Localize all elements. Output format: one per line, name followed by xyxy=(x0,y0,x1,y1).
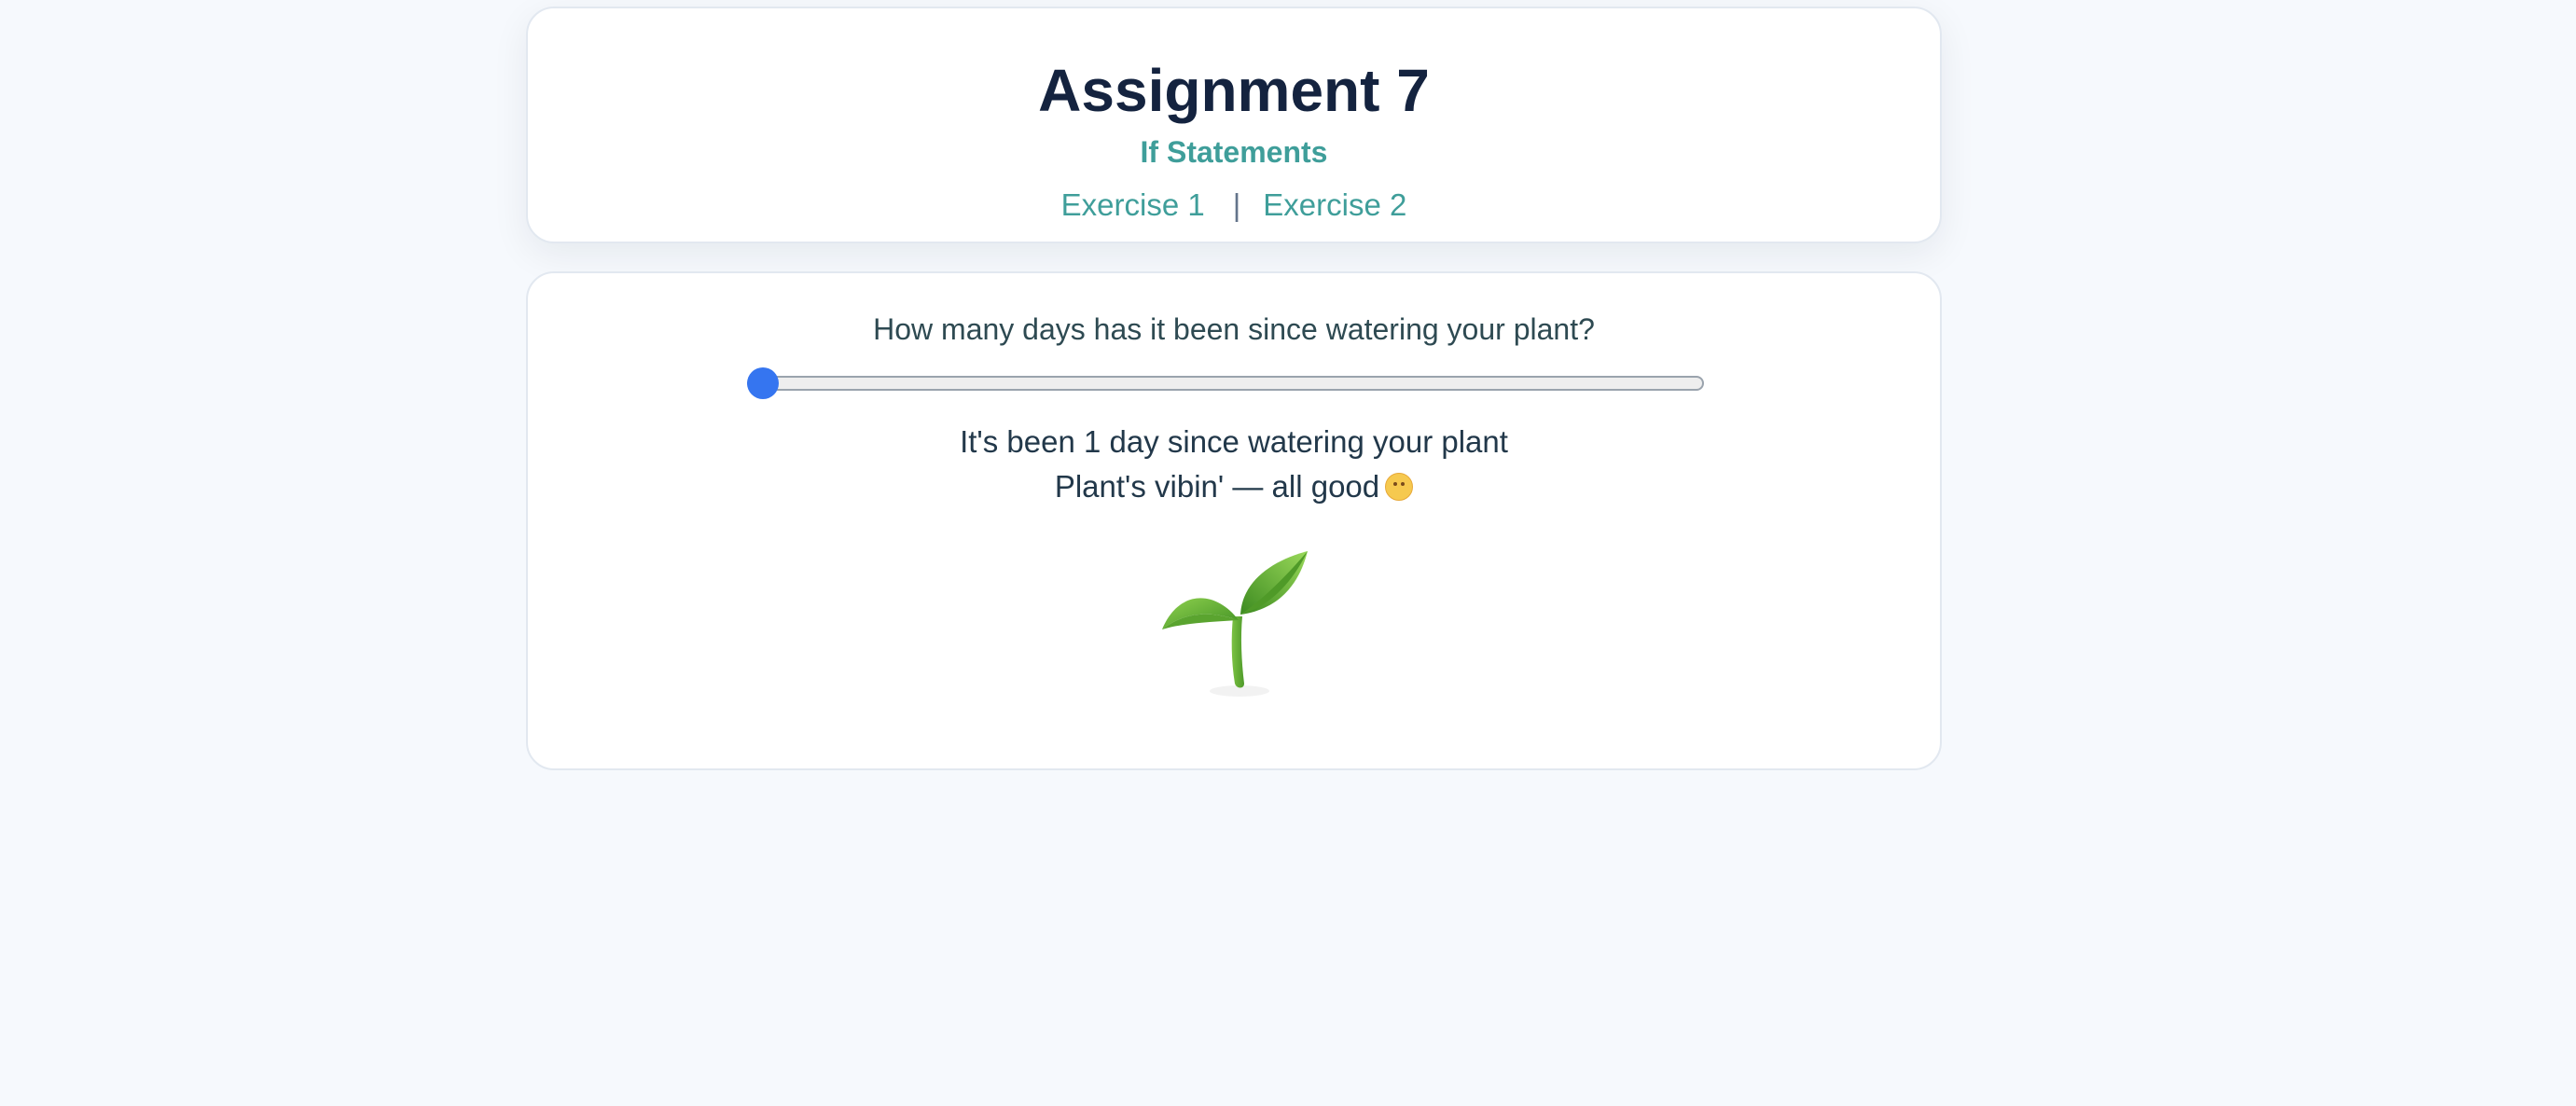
nav-separator: | xyxy=(1232,187,1241,222)
status-line: Plant's vibin' — all good xyxy=(528,464,1940,509)
days-slider-thumb[interactable] xyxy=(747,367,779,399)
smiling-face-icon xyxy=(1385,473,1414,501)
status-message: Plant's vibin' — all good xyxy=(1054,469,1380,504)
page-subtitle: If Statements xyxy=(1140,135,1328,169)
exercise-nav: Exercise 1 | Exercise 2 xyxy=(528,186,1940,225)
page-title: Assignment 7 xyxy=(1038,57,1430,124)
exercise-card: How many days has it been since watering… xyxy=(526,271,1942,770)
days-message: It's been 1 day since watering your plan… xyxy=(960,424,1508,459)
assignment-header-card: Assignment 7 If Statements Exercise 1 | Ex… xyxy=(526,7,1942,243)
seedling-icon xyxy=(1162,551,1308,697)
days-slider-track[interactable] xyxy=(747,376,1704,391)
question-label: How many days has it been since watering… xyxy=(873,312,1595,346)
exercise-1-link[interactable]: Exercise 1 xyxy=(1061,187,1205,222)
exercise-2-link[interactable]: Exercise 2 xyxy=(1263,187,1406,222)
